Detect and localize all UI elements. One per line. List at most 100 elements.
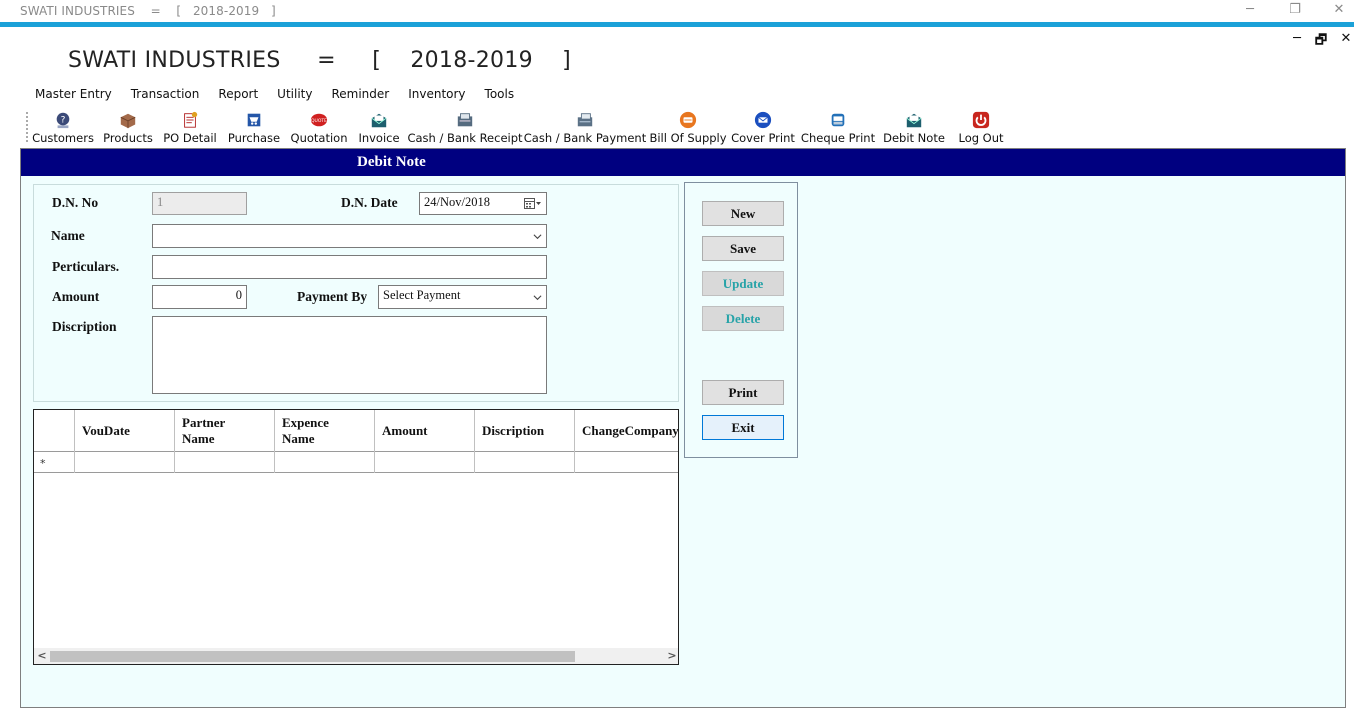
window-restore-button[interactable]: ❐ [1285,2,1305,17]
scroll-right-icon[interactable]: > [665,649,678,662]
menu-master-entry[interactable]: Master Entry [35,87,112,105]
payment-by-label: Payment By [297,289,368,304]
dn-date-picker[interactable]: 24/Nov/2018 [419,192,547,215]
menu-utility[interactable]: Utility [277,87,312,105]
description-label: Discription [52,319,117,334]
grid-row-header-corner [34,410,75,452]
table-cell[interactable] [375,452,475,473]
grid-horizontal-scrollbar[interactable]: < > [34,648,678,664]
entry-panel: D.N. No 1 D.N. Date 24/Nov/2018 Name Per… [33,184,679,402]
form-title: Debit Note [357,154,426,170]
mdi-minimize-button[interactable]: ─ [1288,31,1306,46]
bill-of-supply-icon [679,111,697,129]
table-cell[interactable] [475,452,575,473]
window-close-button[interactable]: ✕ [1329,2,1349,17]
action-panel: New Save Update Delete Print Exit [684,182,798,458]
payment-by-value: Select Payment [383,288,461,302]
cover-print-icon [754,111,772,129]
grid-header: VouDate Partner Name Expence Name Amount D… [34,410,678,452]
table-cell[interactable] [175,452,275,473]
amount-label: Amount [52,289,100,304]
exit-button[interactable]: Exit [702,415,784,440]
toolbar-log-out-button[interactable]: Log Out [958,109,1004,145]
update-button[interactable]: Update [702,271,784,296]
column-header-discription[interactable]: Discription [475,410,575,452]
particulars-label: Perticulars. [52,259,120,274]
column-header-expence-name[interactable]: Expence Name [275,410,375,452]
window-minimize-button[interactable]: ─ [1240,2,1260,17]
column-header-partner-name[interactable]: Partner Name [175,410,275,452]
table-cell[interactable] [575,452,678,473]
toolbar: ? Customers Products PO Detail Purchase … [26,109,1026,145]
toolbar-cheque-print-button[interactable]: Cheque Print [801,109,875,145]
quotation-icon: QUOTE [310,113,327,127]
menu-bar: Master Entry Transaction Report Utility … [35,87,533,105]
menu-tools[interactable]: Tools [485,87,515,105]
menu-inventory[interactable]: Inventory [408,87,465,105]
save-button[interactable]: Save [702,236,784,261]
debit-note-icon [906,113,922,128]
name-combobox[interactable] [152,224,547,248]
grid-new-row[interactable]: * [34,452,678,473]
column-header-voudate[interactable]: VouDate [75,410,175,452]
toolbar-bill-of-supply-button[interactable]: Bill Of Supply [649,109,727,145]
debit-note-grid[interactable]: VouDate Partner Name Expence Name Amount D… [33,409,679,665]
toolbar-quotation-button[interactable]: QUOTE Quotation [291,109,347,145]
toolbar-grip[interactable] [26,112,29,142]
new-button[interactable]: New [702,201,784,226]
company-heading: SWATI INDUSTRIES = [ 2018-2019 ] [68,48,571,73]
mdi-restore-button[interactable]: 🗗 [1312,31,1330,53]
chevron-down-icon [533,295,542,301]
dn-no-field[interactable]: 1 [152,192,247,215]
menu-reminder[interactable]: Reminder [331,87,389,105]
scrollbar-thumb[interactable] [50,651,575,662]
dn-date-value: 24/Nov/2018 [424,195,490,209]
customers-icon: ? [56,112,70,129]
window-titlebar: SWATI INDUSTRIES = [ 2018-2019 ] ─ ❐ ✕ [0,0,1354,22]
purchase-icon [247,113,261,127]
row-header[interactable]: * [34,452,75,473]
column-header-amount[interactable]: Amount [375,410,475,452]
delete-button[interactable]: Delete [702,306,784,331]
toolbar-invoice-button[interactable]: Invoice [358,109,400,145]
toolbar-purchase-button[interactable]: Purchase [228,109,280,145]
toolbar-cover-print-button[interactable]: Cover Print [731,109,795,145]
svg-text:QUOTE: QUOTE [311,118,327,124]
toolbar-debit-note-button[interactable]: Debit Note [883,109,945,145]
print-button[interactable]: Print [702,380,784,405]
toolbar-customers-button[interactable]: ? Customers [32,109,94,145]
debit-note-form: Debit Note D.N. No 1 D.N. Date 24/Nov/20… [20,148,1346,708]
dn-date-label: D.N. Date [341,195,398,210]
scroll-left-icon[interactable]: < [35,649,49,662]
window-title: SWATI INDUSTRIES = [ 2018-2019 ] [20,4,276,18]
toolbar-products-button[interactable]: Products [103,109,153,145]
invoice-icon [371,113,387,128]
toolbar-cash-bank-payment-button[interactable]: Cash / Bank Payment [524,109,646,145]
accent-bar [0,22,1354,27]
amount-field[interactable]: 0 [152,285,247,309]
cheque-print-icon [831,113,845,127]
products-icon [120,113,136,129]
table-cell[interactable] [75,452,175,473]
payment-by-select[interactable]: Select Payment [378,285,547,309]
chevron-down-icon [533,234,542,240]
toolbar-po-detail-button[interactable]: PO Detail [163,109,217,145]
description-textarea[interactable] [152,316,547,394]
cash-bank-payment-icon [577,113,593,127]
mdi-close-button[interactable]: ✕ [1337,31,1354,46]
toolbar-cash-bank-receipt-button[interactable]: Cash / Bank Receipt [407,109,523,145]
log-out-icon [972,111,990,129]
new-row-marker: * [40,457,46,470]
svg-text:?: ? [61,116,66,126]
dn-no-label: D.N. No [52,195,99,210]
po-detail-icon [184,111,198,128]
menu-report[interactable]: Report [218,87,258,105]
column-header-changecompany[interactable]: ChangeCompany [575,410,678,452]
calendar-dropdown-icon[interactable] [524,198,542,209]
table-cell[interactable] [275,452,375,473]
particulars-field[interactable] [152,255,547,279]
menu-transaction[interactable]: Transaction [131,87,200,105]
cash-bank-receipt-icon [457,113,473,127]
name-label: Name [51,228,85,243]
form-header: Debit Note [21,149,1345,176]
